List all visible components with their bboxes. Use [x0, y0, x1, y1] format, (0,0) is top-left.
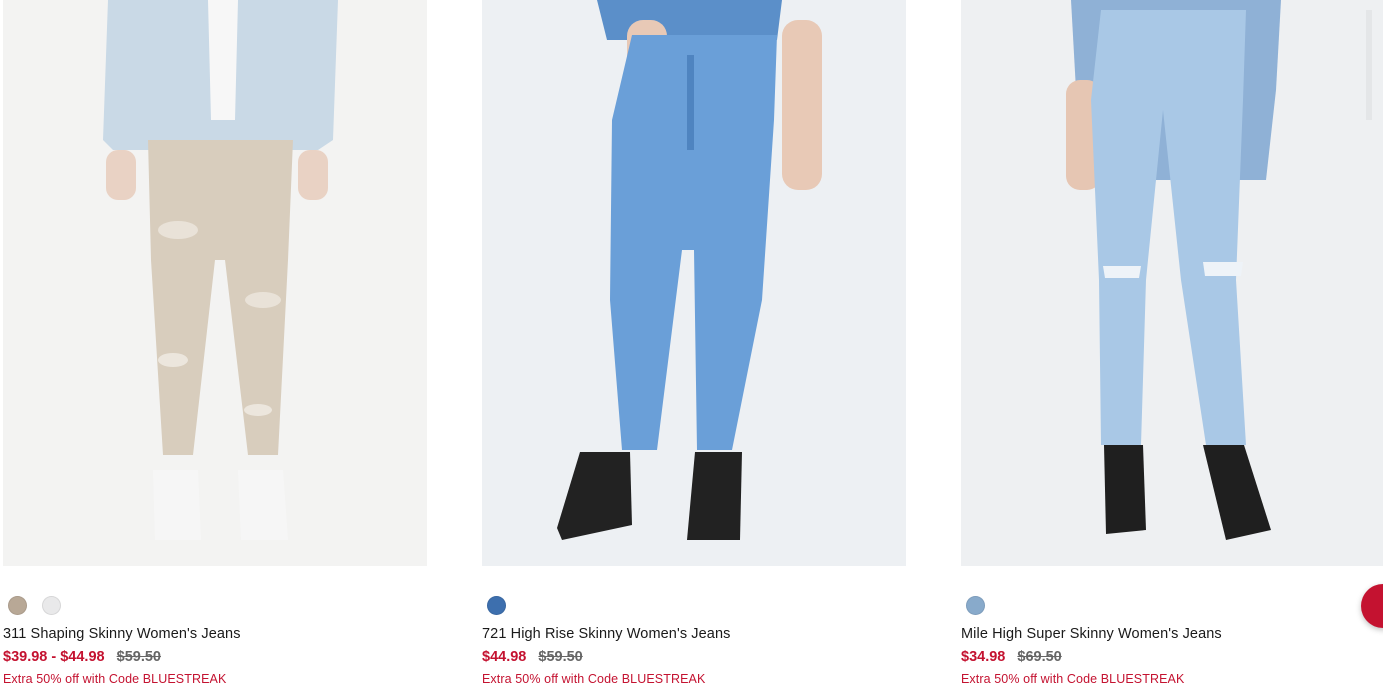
- promo-text: Extra 50% off with Code BLUESTREAK: [3, 672, 227, 686]
- color-swatch[interactable]: [8, 596, 27, 615]
- sale-price: $34.98: [961, 649, 1006, 665]
- light-blue-ripped-jeans-model-image: [961, 0, 1383, 566]
- color-swatch[interactable]: [966, 596, 985, 615]
- original-price: $59.50: [116, 649, 161, 665]
- promo-text: Extra 50% off with Code BLUESTREAK: [961, 672, 1185, 686]
- sale-price: $39.98 - $44.98: [3, 649, 105, 665]
- sale-price: $44.98: [482, 649, 527, 665]
- price-group: $39.98 - $44.98 $59.50: [3, 649, 161, 665]
- product-image[interactable]: [482, 0, 906, 566]
- chat-button[interactable]: [1361, 584, 1383, 628]
- color-swatches: [966, 596, 985, 615]
- product-name[interactable]: Mile High Super Skinny Women's Jeans: [961, 626, 1222, 642]
- color-swatches: [8, 596, 61, 615]
- product-image[interactable]: [961, 0, 1383, 566]
- original-price: $59.50: [538, 649, 583, 665]
- price-group: $44.98 $59.50: [482, 649, 583, 665]
- product-name[interactable]: 721 High Rise Skinny Women's Jeans: [482, 626, 731, 642]
- color-swatch[interactable]: [487, 596, 506, 615]
- original-price: $69.50: [1017, 649, 1062, 665]
- product-image[interactable]: [3, 0, 427, 566]
- blue-skinny-jeans-model-image: [482, 0, 906, 566]
- camo-jeans-model-image: [3, 0, 427, 566]
- color-swatch[interactable]: [42, 596, 61, 615]
- promo-text: Extra 50% off with Code BLUESTREAK: [482, 672, 706, 686]
- color-swatches: [487, 596, 506, 615]
- product-name[interactable]: 311 Shaping Skinny Women's Jeans: [3, 626, 241, 642]
- price-group: $34.98 $69.50: [961, 649, 1062, 665]
